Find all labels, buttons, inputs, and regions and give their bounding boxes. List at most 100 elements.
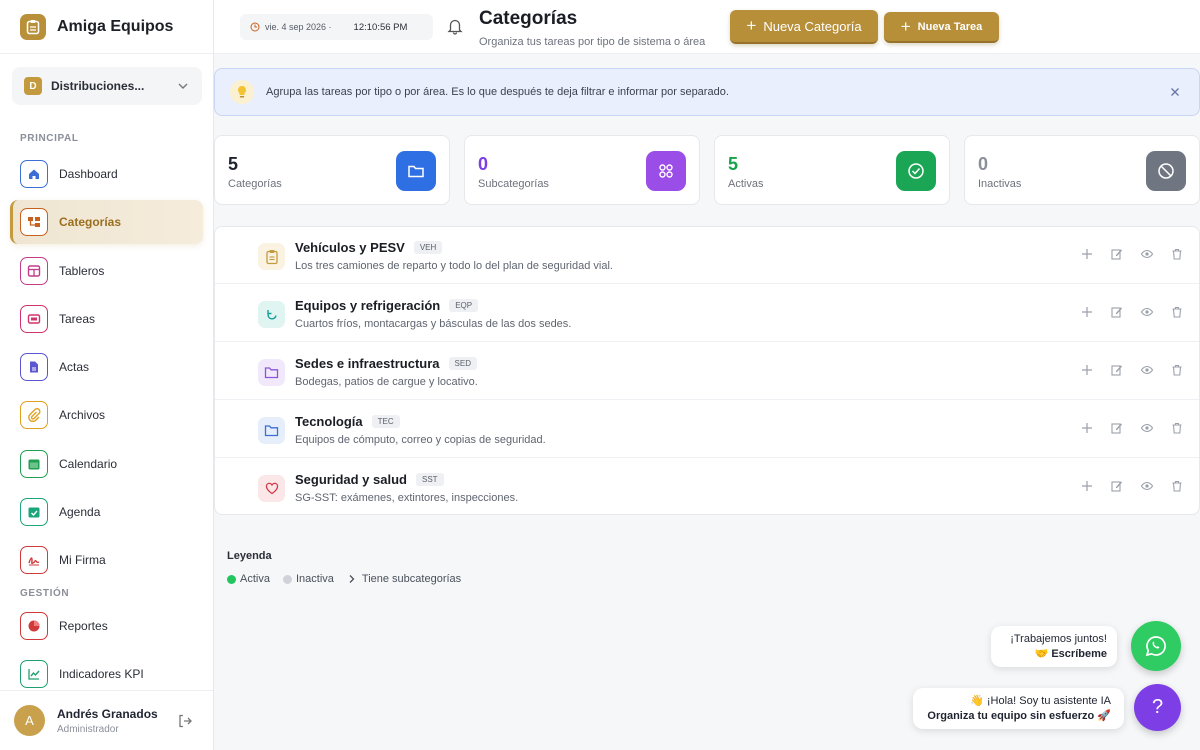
edit-icon[interactable] [1111, 422, 1123, 434]
stat-value: 5 [228, 154, 239, 174]
brand-name: Amiga Equipos [57, 17, 174, 35]
category-row[interactable]: Sedes e infraestructura SED Bodegas, pati… [215, 343, 1199, 400]
add-icon[interactable] [1081, 306, 1093, 318]
folder-icon [396, 151, 436, 191]
sidebar-item-label: Dashboard [59, 167, 118, 181]
edit-icon[interactable] [1111, 364, 1123, 376]
calendar-icon [20, 450, 48, 478]
grid-icon [646, 151, 686, 191]
sidebar-item-mi-firma[interactable]: Mi Firma [10, 538, 203, 582]
bell-icon[interactable] [446, 17, 464, 35]
sidebar-item-label: Tareas [59, 312, 96, 326]
stat-card-activas: 5 Activas [714, 135, 950, 205]
lightbulb-icon [230, 80, 254, 104]
eye-icon[interactable] [1141, 480, 1153, 492]
add-icon[interactable] [1081, 248, 1093, 260]
category-row[interactable]: Seguridad y salud SST SG-SST: exámenes, e… [215, 459, 1199, 514]
category-row[interactable]: Equipos y refrigeración EQP Cuartos fríos… [215, 285, 1199, 342]
ai-bubble-line1: 👋 ¡Hola! Soy tu asistente IA [970, 695, 1111, 707]
sidebar-item-actas[interactable]: Actas [10, 345, 203, 389]
banner-text: Agrupa las tareas por tipo o por área. E… [266, 86, 729, 98]
sidebar-item-agenda[interactable]: Agenda [10, 490, 203, 534]
new-category-button[interactable]: + Nueva Categoría [730, 10, 878, 44]
eye-icon[interactable] [1141, 306, 1153, 318]
folder-icon [258, 359, 285, 386]
sidebar-item-reportes[interactable]: Reportes [10, 604, 203, 648]
org-name: Distribuciones... [51, 79, 145, 93]
ai-assistant-bubble[interactable]: 👋 ¡Hola! Soy tu asistente IA Organiza tu… [913, 688, 1124, 729]
current-time: 12:10:56 PM [353, 21, 408, 33]
sidebar-item-label: Categorías [59, 215, 122, 229]
org-selector[interactable]: D Distribuciones... [12, 67, 202, 105]
chevron-right-icon [349, 575, 355, 583]
category-row[interactable]: Vehículos y PESV VEH Los tres camiones de… [215, 227, 1199, 284]
whatsapp-button[interactable] [1131, 621, 1181, 671]
category-description: Los tres camiones de reparto y todo lo d… [295, 260, 613, 272]
eye-icon[interactable] [1141, 422, 1153, 434]
trash-icon[interactable] [1171, 306, 1183, 318]
sidebar-item-label: Calendario [59, 457, 118, 471]
new-category-label: Nueva Categoría [763, 18, 862, 34]
trash-icon[interactable] [1171, 364, 1183, 376]
legend-title: Leyenda [227, 550, 272, 562]
sidebar-item-label: Archivos [59, 408, 106, 422]
org-badge: D [24, 77, 42, 95]
signature-icon [20, 546, 48, 574]
whatsapp-bubble[interactable]: ¡Trabajemos juntos! 🤝 Escríbeme [991, 626, 1117, 667]
help-icon: ? [1151, 696, 1164, 718]
clipboard-icon [258, 243, 285, 270]
add-icon[interactable] [1081, 364, 1093, 376]
legend: Activa Inactiva Tiene subcategorías [227, 573, 474, 585]
category-list: Vehículos y PESV VEH Los tres camiones de… [214, 226, 1200, 515]
category-name: Sedes e infraestructura [295, 356, 440, 371]
edit-icon[interactable] [1111, 480, 1123, 492]
legend-active: Activa [227, 573, 270, 585]
add-icon[interactable] [1081, 422, 1093, 434]
stat-card-subcategorias: 0 Subcategorías [464, 135, 700, 205]
refresh-icon [258, 301, 285, 328]
sidebar-item-archivos[interactable]: Archivos [10, 393, 203, 437]
section-gestion: GESTIÓN [20, 588, 70, 599]
trash-icon[interactable] [1171, 248, 1183, 260]
info-banner: Agrupa las tareas por tipo o por área. E… [214, 68, 1200, 116]
avatar: A [14, 705, 45, 736]
sidebar-item-calendario[interactable]: Calendario [10, 442, 203, 486]
sidebar-item-categorias[interactable]: Categorías [10, 200, 203, 244]
edit-icon[interactable] [1111, 248, 1123, 260]
edit-icon[interactable] [1111, 306, 1123, 318]
legend-sub-label: Tiene subcategorías [361, 573, 462, 585]
trash-icon[interactable] [1171, 480, 1183, 492]
sidebar-item-label: Mi Firma [59, 553, 106, 567]
sidebar-item-tareas[interactable]: Tareas [10, 297, 203, 341]
close-icon[interactable] [1169, 86, 1181, 98]
board-icon [20, 257, 48, 285]
ban-icon [1146, 151, 1186, 191]
user-profile[interactable]: A Andrés Granados Administrador [0, 690, 213, 750]
whatsapp-bubble-line1: ¡Trabajemos juntos! [1010, 633, 1107, 645]
folder-icon [258, 417, 285, 444]
category-row[interactable]: Tecnología TEC Equipos de cómputo, correo… [215, 401, 1199, 458]
ai-bubble-line2: Organiza tu equipo sin esfuerzo 🚀 [927, 710, 1111, 722]
stat-value: 0 [478, 154, 489, 174]
stat-card-categorias: 5 Categorías [214, 135, 450, 205]
sidebar-item-label: Indicadores KPI [59, 667, 144, 681]
brand[interactable]: Amiga Equipos [0, 0, 213, 54]
category-description: Bodegas, patios de cargue y locativo. [295, 376, 478, 388]
active-dot-icon [227, 574, 236, 584]
help-button[interactable]: ? [1134, 684, 1181, 731]
logout-icon[interactable] [177, 713, 193, 729]
agenda-icon [20, 498, 48, 526]
current-date: vie. 4 sep 2026 · [265, 22, 332, 32]
category-name: Tecnología [295, 414, 363, 429]
category-code: SED [448, 357, 477, 370]
stat-label: Activas [728, 178, 764, 190]
sidebar-item-label: Tableros [59, 264, 105, 278]
legend-inactive-label: Inactiva [295, 573, 334, 585]
new-task-button[interactable]: + Nueva Tarea [884, 12, 999, 43]
sidebar-item-tableros[interactable]: Tableros [10, 249, 203, 293]
eye-icon[interactable] [1141, 248, 1153, 260]
trash-icon[interactable] [1171, 422, 1183, 434]
add-icon[interactable] [1081, 480, 1093, 492]
sidebar-item-dashboard[interactable]: Dashboard [10, 152, 203, 196]
eye-icon[interactable] [1141, 364, 1153, 376]
